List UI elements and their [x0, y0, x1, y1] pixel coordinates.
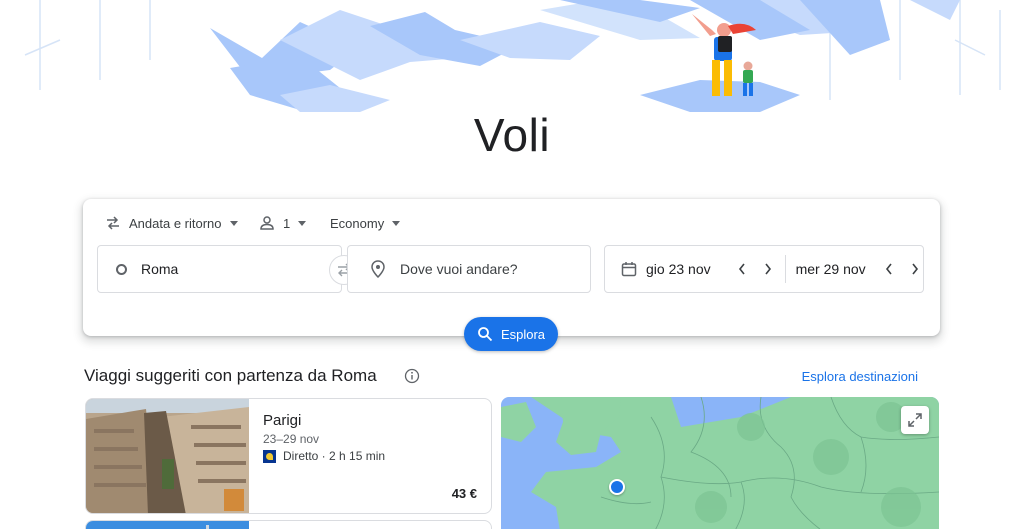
destination-placeholder: Dove vuoi andare? [400, 261, 518, 277]
airline-logo-icon [263, 449, 276, 463]
trip-card[interactable] [85, 520, 492, 529]
depart-date-value: gio 23 nov [646, 261, 711, 277]
destination-field[interactable]: Dove vuoi andare? [347, 245, 591, 293]
chevron-left-icon[interactable] [735, 262, 749, 276]
info-icon[interactable] [404, 368, 420, 384]
destination-photo [86, 521, 249, 529]
trip-type-label: Andata e ritorno [129, 215, 222, 231]
page-title: Voli [473, 109, 551, 161]
trip-flight-details: Diretto · 2 h 15 min [283, 449, 386, 463]
explore-destinations-link[interactable]: Esplora destinazioni [802, 369, 918, 384]
flights-page: Voli Andata e ritorno 1 Economy Roma Dov… [0, 0, 1024, 529]
explore-button[interactable]: Esplora [464, 317, 558, 351]
chevron-right-icon[interactable] [908, 262, 922, 276]
search-card: Andata e ritorno 1 Economy Roma Dove vuo… [83, 199, 940, 336]
origin-marker[interactable] [609, 479, 625, 495]
destinations-map[interactable] [501, 397, 939, 529]
passengers-count: 1 [283, 215, 291, 231]
search-icon [478, 327, 493, 342]
origin-value: Roma [141, 261, 179, 277]
origin-icon [116, 263, 127, 275]
origin-field[interactable]: Roma [97, 245, 342, 293]
trip-price: 43 € [451, 486, 477, 501]
chevron-down-icon [392, 220, 401, 226]
hero-illustration [0, 0, 1024, 125]
expand-map-button[interactable] [901, 406, 929, 434]
trip-type-select[interactable]: Andata e ritorno [105, 213, 238, 233]
trip-card[interactable]: Parigi 23–29 nov Diretto · 2 h 15 min 43… [85, 398, 492, 514]
trip-flight-info: Diretto · 2 h 15 min [263, 449, 385, 463]
chevron-down-icon [229, 220, 238, 226]
return-date[interactable]: mer 29 nov [796, 261, 922, 277]
passengers-select[interactable]: 1 [259, 213, 307, 233]
location-pin-icon [371, 260, 385, 278]
date-range-field[interactable]: gio 23 nov mer 29 nov [604, 245, 924, 293]
depart-date[interactable]: gio 23 nov [621, 261, 775, 277]
explore-button-label: Esplora [500, 326, 546, 342]
chevron-left-icon[interactable] [882, 262, 896, 276]
cabin-class-label: Economy [330, 215, 385, 231]
return-date-value: mer 29 nov [795, 261, 866, 277]
trip-city: Parigi [263, 412, 302, 429]
expand-icon [908, 413, 922, 427]
cabin-class-select[interactable]: Economy [330, 213, 401, 233]
chevron-down-icon [298, 220, 307, 226]
trip-dates: 23–29 nov [263, 432, 320, 446]
destination-photo [86, 399, 249, 513]
chevron-right-icon[interactable] [761, 262, 775, 276]
person-icon [259, 215, 275, 231]
swap-icon [105, 215, 121, 231]
calendar-icon [621, 262, 637, 277]
suggestions-title: Viaggi suggeriti con partenza da Roma [84, 366, 377, 385]
date-divider [784, 255, 786, 283]
map-canvas [501, 397, 939, 529]
